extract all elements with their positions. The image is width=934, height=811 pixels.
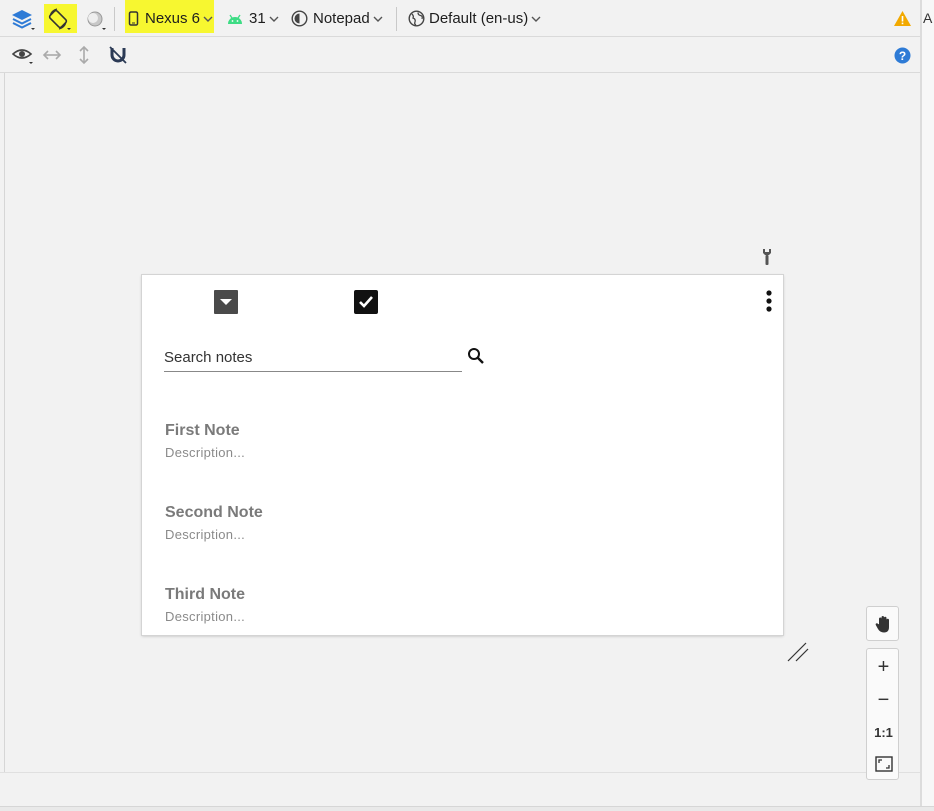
android-icon [228, 14, 242, 24]
note-description: Description... [165, 527, 246, 542]
autoconnect-button[interactable] [108, 37, 128, 73]
api-level-label: 31 [249, 10, 266, 27]
resize-handle-icon[interactable] [786, 641, 810, 663]
view-options-button[interactable] [12, 37, 38, 73]
svg-text:?: ? [899, 48, 906, 62]
resize-horizontal-button[interactable] [42, 37, 62, 73]
eye-icon [12, 49, 33, 64]
design-surface-button[interactable] [10, 0, 36, 37]
arrows-vertical-icon [79, 45, 89, 65]
side-panel-letter: A [923, 10, 933, 26]
side-panel-edge: A [922, 0, 934, 811]
globe-icon [408, 10, 425, 27]
hand-icon [875, 616, 889, 633]
note-title: Second Note [165, 504, 263, 521]
chevron-down-icon [531, 16, 541, 22]
checkbox-checked-icon[interactable] [354, 290, 378, 314]
search-underline [164, 371, 462, 372]
device-selector[interactable]: Nexus 6 [128, 0, 213, 37]
canvas-bottom-edge [0, 772, 920, 773]
arrows-horizontal-icon [42, 50, 62, 60]
device-preview[interactable]: Search notes First Note Description... S… [142, 275, 783, 635]
view-toolbar: ? [0, 37, 934, 73]
more-vert-icon[interactable] [765, 289, 773, 313]
zoom-controls: + − 1:1 [866, 648, 899, 780]
night-mode-button[interactable] [85, 0, 111, 37]
api-level-selector[interactable]: 31 [226, 0, 279, 37]
magnet-disabled-icon [109, 46, 127, 64]
search-icon[interactable] [467, 347, 485, 365]
theme-label: Notepad [313, 10, 370, 27]
locale-label: Default (en-us) [429, 10, 529, 27]
zoom-out-button[interactable]: − [867, 684, 900, 716]
note-title: Third Note [165, 586, 245, 603]
device-label: Nexus 6 [145, 10, 201, 27]
zoom-actual-size-button[interactable]: 1:1 [867, 716, 900, 748]
toolbar-separator [114, 7, 115, 31]
fit-screen-icon [874, 756, 893, 772]
theme-icon [291, 10, 308, 27]
note-description: Description... [165, 609, 246, 624]
theme-selector[interactable]: Notepad [291, 0, 383, 37]
search-placeholder: Search notes [164, 349, 253, 366]
resize-vertical-button[interactable] [77, 37, 91, 73]
night-mode-icon [87, 11, 106, 30]
chevron-down-icon [269, 16, 279, 22]
pan-button[interactable] [866, 606, 899, 641]
note-description: Description... [165, 445, 246, 460]
panel-edge [4, 73, 5, 773]
orientation-button[interactable] [47, 0, 73, 37]
design-toolbar: Nexus 6 31 Notepad Default (en-us) [0, 0, 934, 37]
phone-icon [128, 10, 139, 26]
layout-editor: Nexus 6 31 Notepad Default (en-us) ? A S… [0, 0, 934, 811]
rotate-device-icon [48, 7, 71, 30]
status-bar [0, 806, 934, 811]
chevron-down-icon [203, 16, 213, 22]
layers-icon [12, 9, 35, 30]
help-icon: ? [894, 47, 911, 63]
dropdown-icon[interactable] [214, 290, 238, 314]
issues-warning-button[interactable] [893, 0, 912, 37]
note-title: First Note [165, 422, 240, 439]
toolbar-separator [396, 7, 397, 31]
zoom-in-button[interactable]: + [867, 651, 900, 683]
help-button[interactable]: ? [894, 37, 911, 73]
wrench-icon[interactable] [760, 248, 774, 266]
warning-icon [894, 11, 911, 26]
locale-selector[interactable]: Default (en-us) [408, 0, 541, 37]
chevron-down-icon [373, 16, 383, 22]
zoom-to-fit-button[interactable] [867, 748, 900, 780]
